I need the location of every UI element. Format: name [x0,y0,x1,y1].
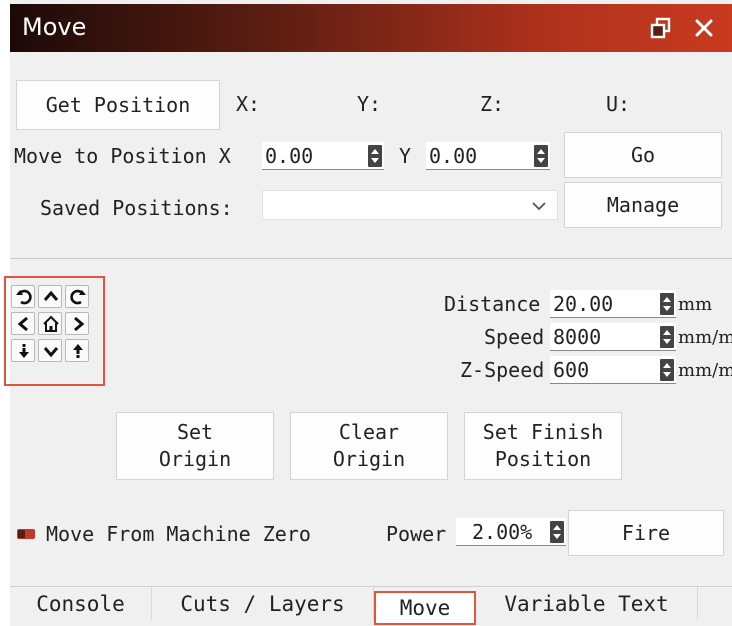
distance-label: Distance [444,292,541,316]
spin-arrows-icon[interactable] [660,326,674,348]
z-speed-unit: mm/m [678,360,732,381]
manage-button[interactable]: Manage [564,182,722,228]
left-arrow-icon[interactable] [11,312,35,335]
move-from-machine-zero-label[interactable]: Move From Machine Zero [46,522,311,546]
move-y-value: 0.00 [429,144,478,168]
chevron-down-icon [532,202,546,211]
jog-pad [4,276,105,386]
section-divider [10,258,732,259]
right-arrow-icon[interactable] [65,312,89,335]
spin-arrows-icon[interactable] [534,145,548,167]
y-position-label: Y: [357,92,382,116]
z-speed-label: Z-Speed [460,358,545,382]
distance-spinbox[interactable]: 20.00 [550,290,676,318]
saved-positions-label: Saved Positions: [40,196,233,220]
u-position-label: U: [606,92,631,116]
go-button[interactable]: Go [564,132,722,178]
move-y-label: Y [399,144,412,168]
z-down-icon[interactable] [11,339,35,362]
speed-spinbox[interactable]: 8000 [550,323,676,351]
spin-arrows-icon[interactable] [660,359,674,381]
speed-label: Speed [484,325,545,349]
move-x-spinbox[interactable]: 0.00 [262,142,384,170]
rotate-ccw-icon[interactable] [11,285,35,308]
get-position-button[interactable]: Get Position [16,80,220,130]
spin-arrows-icon[interactable] [660,293,674,315]
power-value: 2.00% [472,520,533,544]
speed-value: 8000 [553,325,602,349]
tab-console[interactable]: Console [10,587,152,620]
z-position-label: Z: [480,92,505,116]
down-arrow-icon[interactable] [38,339,62,362]
z-up-icon[interactable] [65,339,89,362]
move-y-spinbox[interactable]: 0.00 [426,142,550,170]
rotate-cw-icon[interactable] [65,285,89,308]
restore-window-icon[interactable] [649,16,673,40]
speed-unit: mm/m [678,327,732,348]
title-bar: Move [10,4,732,52]
z-speed-value: 600 [553,358,590,382]
tab-move[interactable]: Move [374,591,476,625]
saved-positions-dropdown[interactable] [262,190,558,220]
move-to-position-label: Move to Position X [14,144,231,168]
fire-button[interactable]: Fire [568,510,724,556]
z-speed-spinbox[interactable]: 600 [550,356,676,384]
clear-origin-button[interactable]: Clear Origin [290,412,448,480]
set-origin-button[interactable]: Set Origin [116,412,274,480]
window-title: Move [22,13,87,41]
spin-arrows-icon[interactable] [550,521,564,543]
x-position-label: X: [236,92,261,116]
distance-unit: mm [678,294,713,315]
tab-variable-text[interactable]: Variable Text [476,587,698,620]
distance-value: 20.00 [553,292,614,316]
spin-arrows-icon[interactable] [368,145,382,167]
power-spinbox[interactable]: 2.00% [456,518,566,546]
close-icon[interactable] [692,16,716,40]
toggle-switch-icon[interactable] [16,527,36,541]
home-icon[interactable] [38,312,62,335]
set-finish-position-button[interactable]: Set Finish Position [464,412,622,480]
move-panel: Move Get Position X: Y: Z: U: Move to Po… [4,0,732,626]
tab-cuts-layers[interactable]: Cuts / Layers [152,587,374,620]
move-x-value: 0.00 [265,144,314,168]
power-label: Power [386,522,447,546]
up-arrow-icon[interactable] [38,285,62,308]
